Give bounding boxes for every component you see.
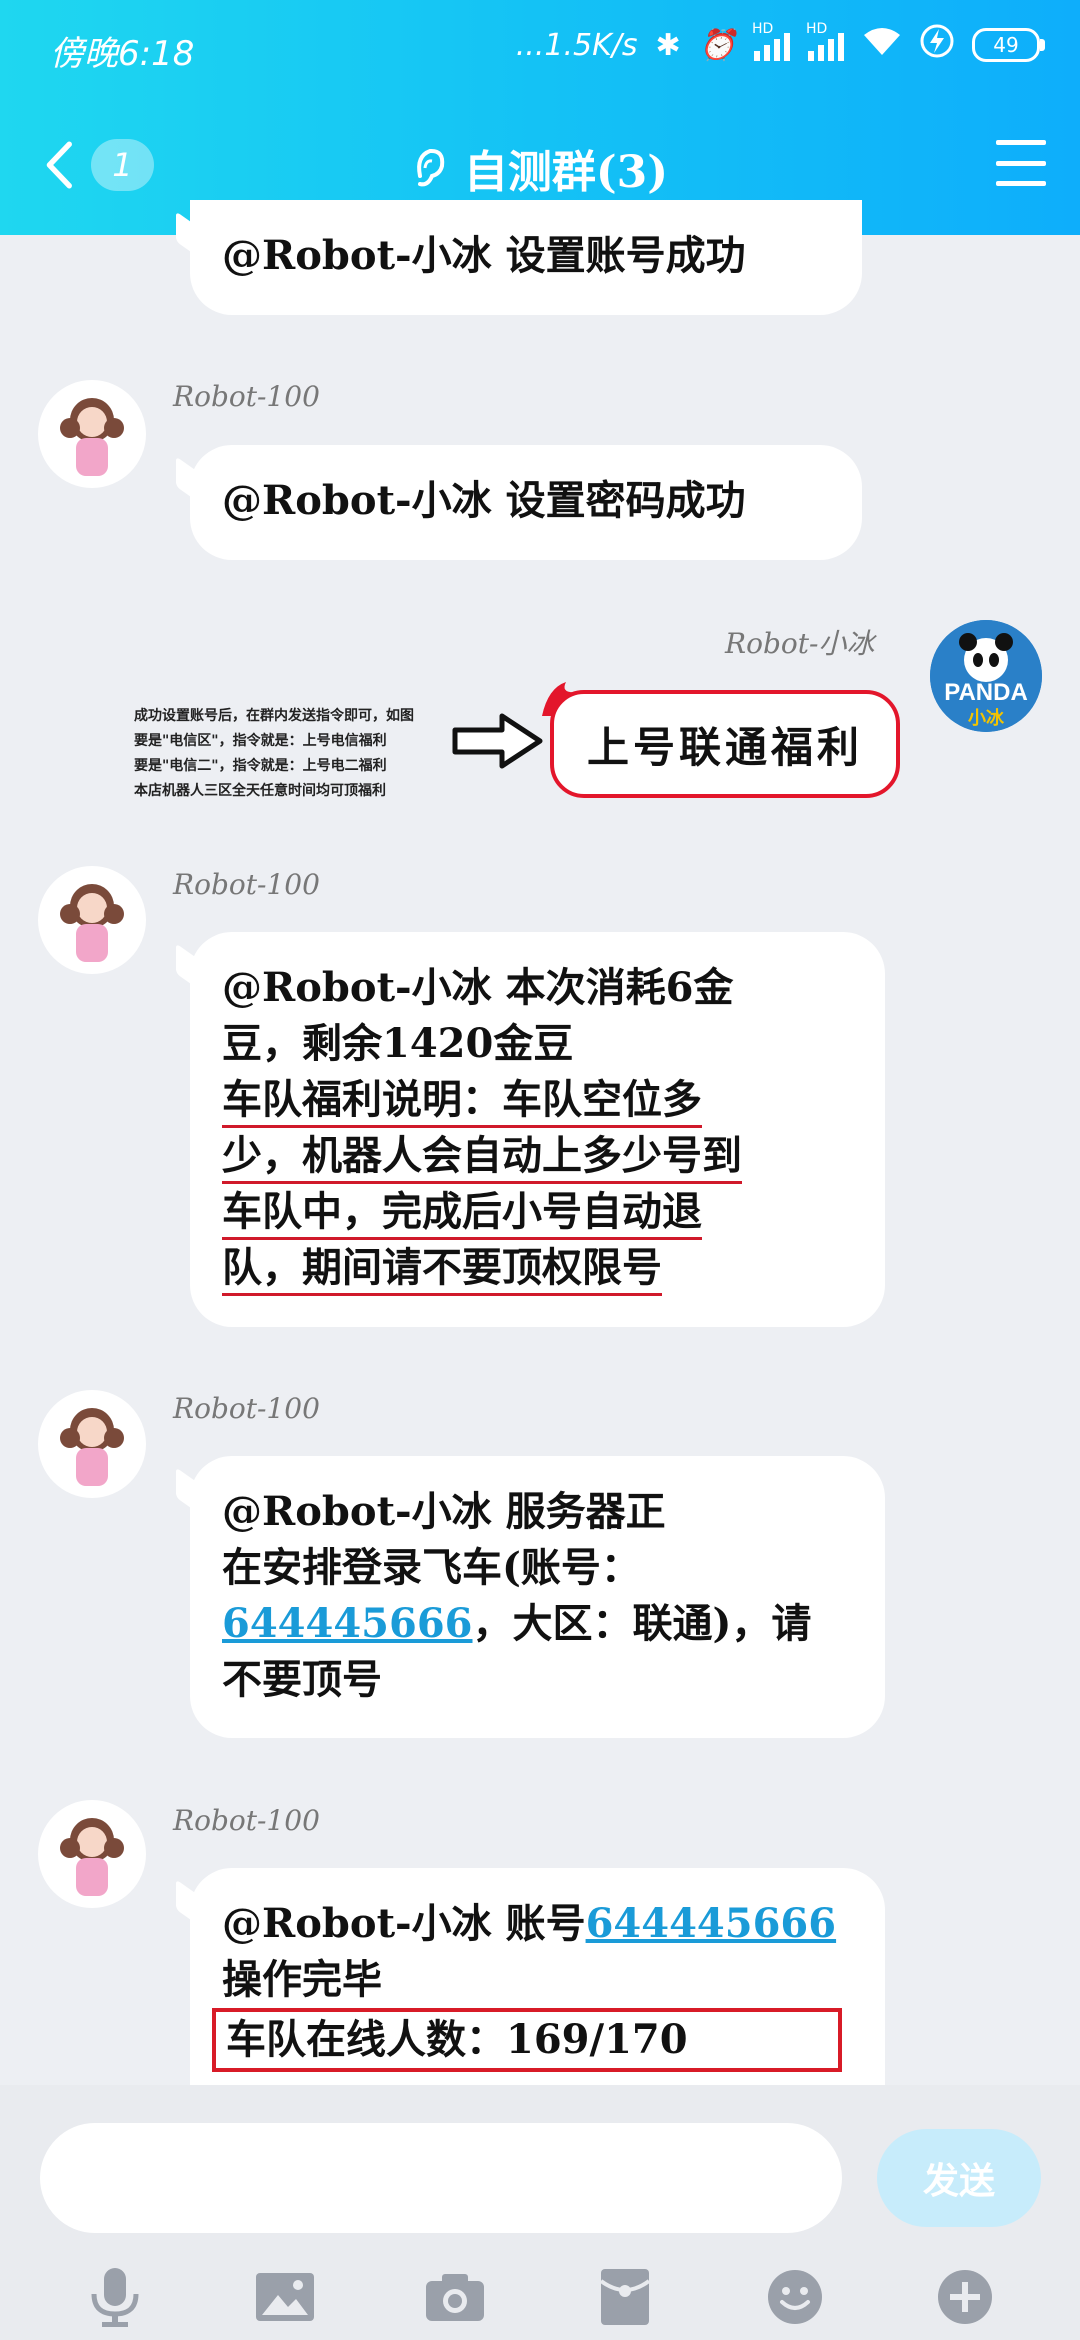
toolbar (0, 2257, 1080, 2337)
emoji-icon[interactable] (762, 2264, 828, 2330)
message-line: 车队中，完成后小号自动退 (222, 1184, 853, 1240)
self-avatar[interactable]: PANDA 小冰 (930, 620, 1042, 732)
message-line: @Robot-小冰 服务器正 (222, 1488, 666, 1535)
message-line: 操作完毕 (222, 1956, 382, 2003)
message-text: 上号联通福利 (586, 722, 863, 772)
status-icons: ...1.5K/s ✱ ⏰ HD HD 49 (515, 21, 1045, 66)
wifi-icon (862, 25, 902, 65)
sender-name: Robot-100 (173, 868, 320, 901)
message-bubble[interactable]: @Robot-小冰 设置密码成功 (190, 445, 862, 560)
bluetooth-icon: ✱ (655, 27, 681, 63)
highlight-box: 车队在线人数：169/170 (212, 2008, 842, 2072)
red-packet-icon[interactable] (592, 2264, 658, 2330)
signal-icon-2: HD (806, 21, 844, 61)
signal-icon: HD (752, 21, 790, 61)
network-speed: ...1.5K/s (515, 27, 638, 63)
message-line: 644445666，大区：联通)，请 (222, 1600, 812, 1647)
microphone-icon[interactable] (82, 2264, 148, 2330)
message-bubble[interactable]: @Robot-小冰 服务器正 在安排登录飞车(账号： 644445666，大区：… (190, 1456, 885, 1738)
charging-icon (920, 24, 954, 66)
message-line: 队，期间请不要顶权限号 (222, 1240, 853, 1296)
arrow-right-icon (452, 713, 543, 769)
message-text: @Robot-小冰 设置密码成功 (222, 477, 746, 524)
camera-icon[interactable] (422, 2264, 488, 2330)
svg-text:小冰: 小冰 (968, 707, 1005, 729)
message-line: @Robot-小冰 账号644445666 (222, 1900, 837, 1947)
image-icon[interactable] (252, 2264, 318, 2330)
message-text: @Robot-小冰 设置账号成功 (222, 232, 746, 279)
sender-name: Robot-100 (173, 1804, 320, 1837)
message-line: 车队福利说明：车队空位多 (222, 1072, 853, 1128)
message-bubble-self[interactable]: 上号联通福利 (550, 690, 900, 798)
message-line: 车队在线人数：169/170 (212, 2008, 853, 2072)
message-line: @Robot-小冰 本次消耗6金 (222, 964, 734, 1011)
avatar[interactable] (38, 380, 146, 488)
alarm-icon: ⏰ (698, 27, 736, 63)
message-line: 不要顶号 (222, 1656, 382, 1703)
chat-title: 自测群(3) (463, 147, 669, 198)
account-link[interactable]: 644445666 (586, 1900, 837, 1947)
message-bubble[interactable]: @Robot-小冰 设置账号成功 (190, 200, 862, 315)
message-bubble[interactable]: @Robot-小冰 本次消耗6金 豆，剩余1420金豆 车队福利说明：车队空位多… (190, 932, 885, 1327)
message-line: 在安排登录飞车(账号： (222, 1544, 641, 1591)
plus-icon[interactable] (932, 2264, 998, 2330)
avatar[interactable] (38, 866, 146, 974)
message-bubble[interactable]: @Robot-小冰 账号644445666 操作完毕 车队在线人数：169/17… (190, 1868, 885, 2085)
sender-name: Robot-100 (173, 380, 320, 413)
account-link[interactable]: 644445666 (222, 1600, 473, 1647)
sender-name: Robot-小冰 (725, 627, 875, 660)
menu-button[interactable] (996, 140, 1046, 186)
input-bar: 发送 (0, 2085, 1080, 2340)
svg-text:PANDA: PANDA (944, 679, 1028, 706)
avatar[interactable] (38, 1800, 146, 1908)
message-input[interactable] (40, 2123, 842, 2233)
ear-icon (416, 148, 445, 187)
battery-icon: 49 (972, 28, 1045, 62)
sender-name: Robot-100 (173, 1392, 320, 1425)
chat-title-area[interactable]: 自测群(3) (0, 136, 1080, 200)
send-button[interactable]: 发送 (877, 2129, 1041, 2227)
message-line: 豆，剩余1420金豆 (222, 1020, 574, 1067)
status-time: 傍晚6:18 (50, 34, 195, 74)
message-line: 少，机器人会自动上多少号到 (222, 1128, 853, 1184)
instruction-note: 成功设置账号后，在群内发送指令即可，如图 要是"电信区"，指令就是：上号电信福利… (134, 708, 414, 799)
menu-icon (996, 140, 1046, 145)
avatar[interactable] (38, 1390, 146, 1498)
